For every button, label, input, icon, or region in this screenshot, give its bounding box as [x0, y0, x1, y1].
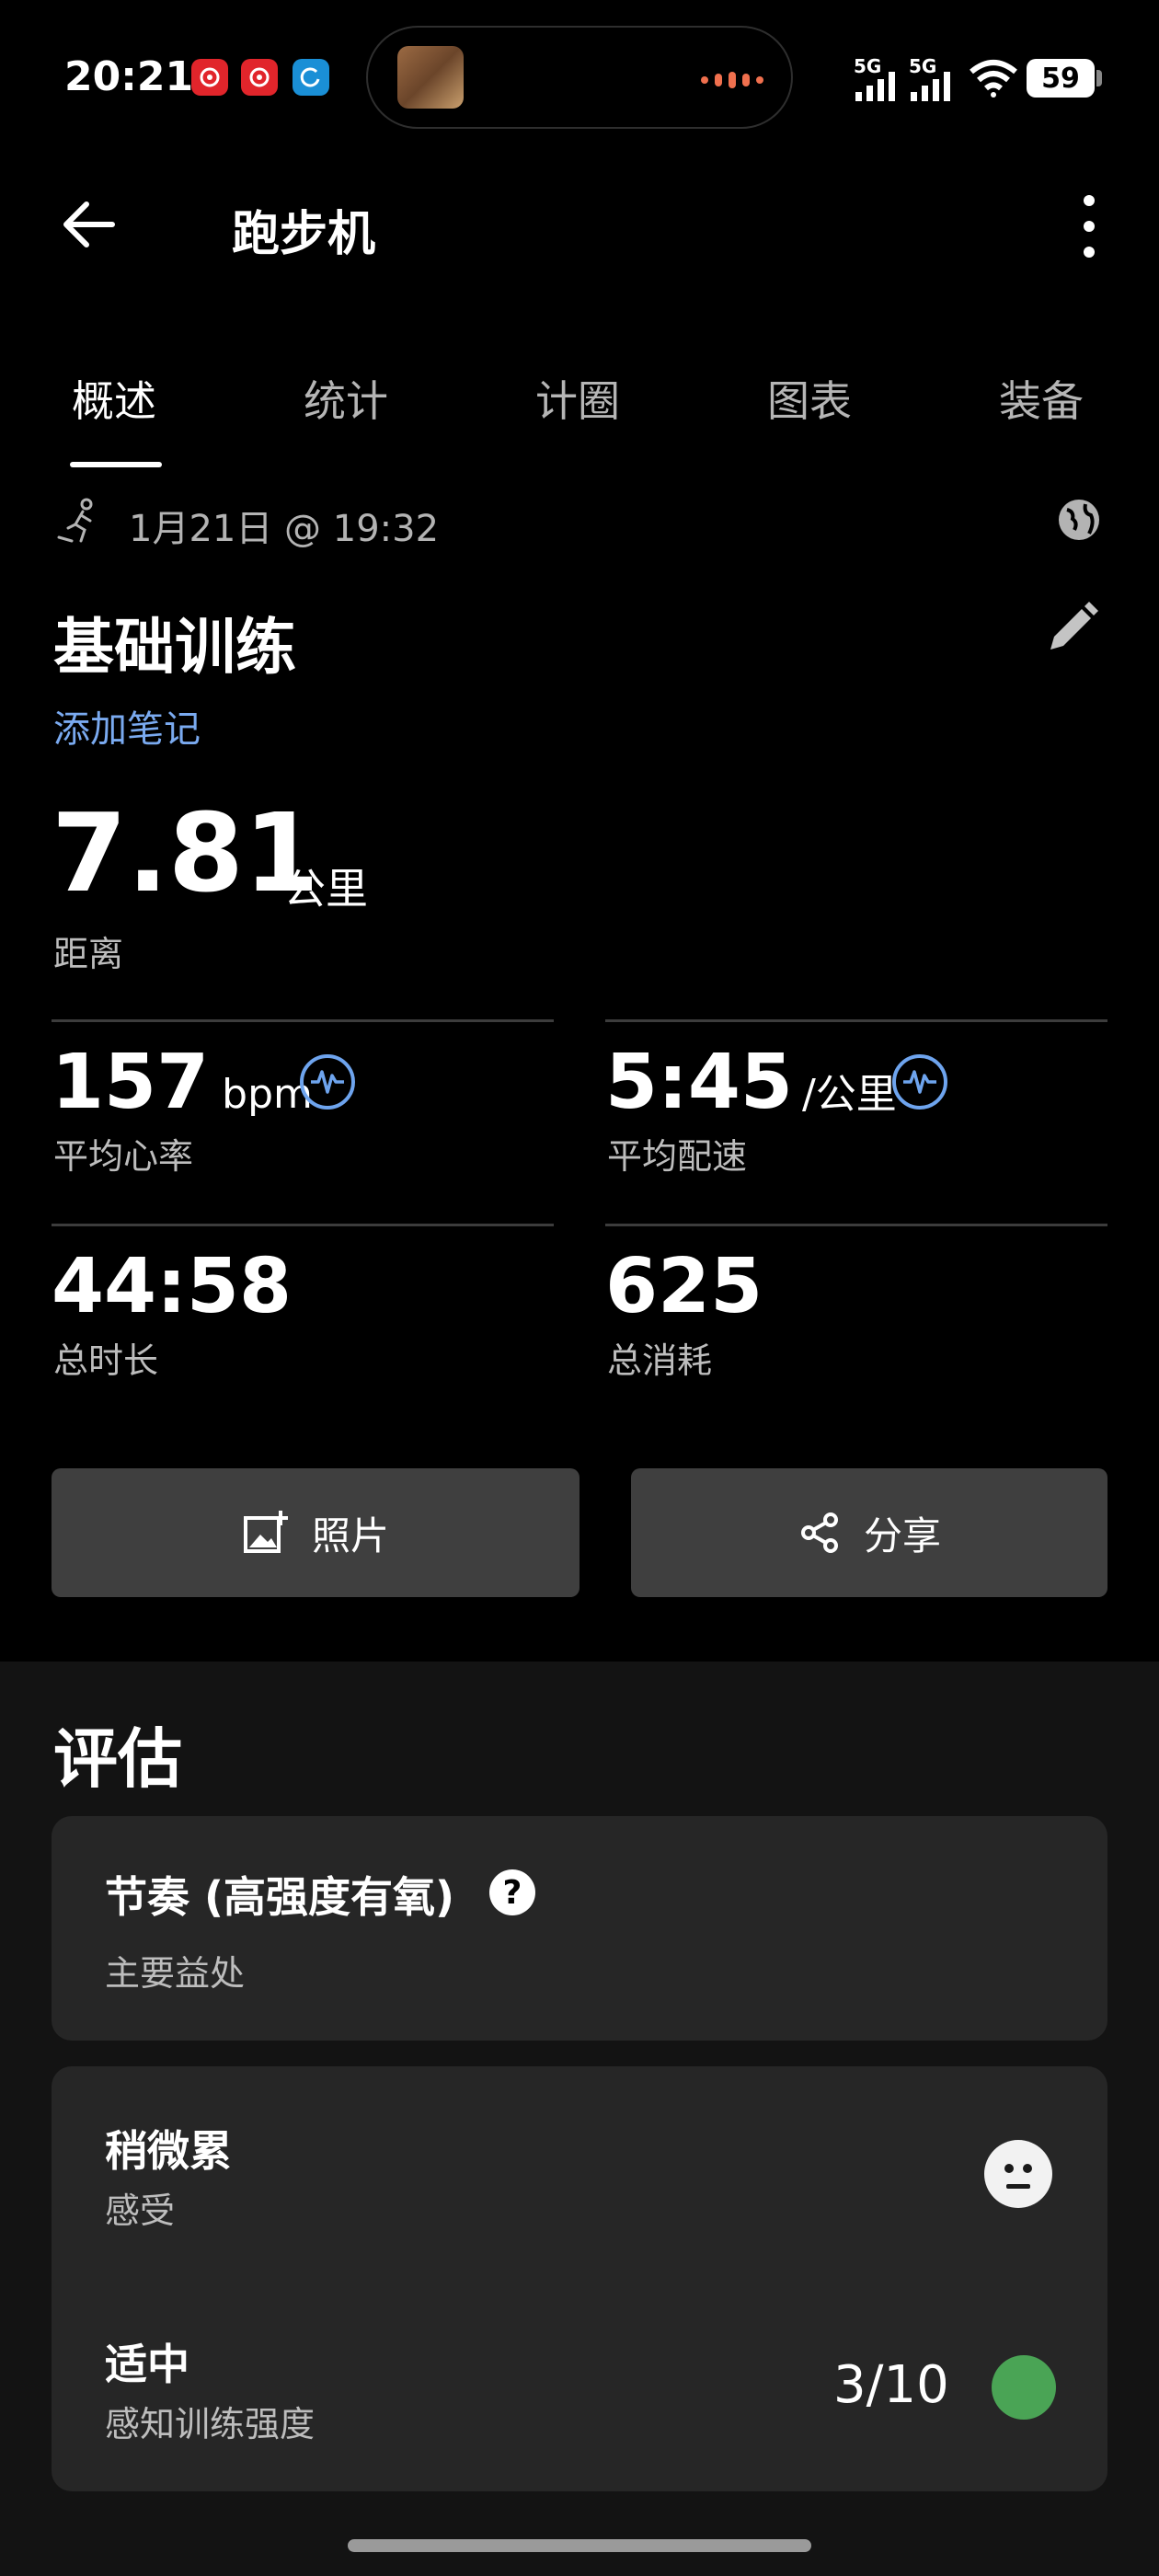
- calories-value: 625: [605, 1243, 763, 1330]
- activity-name: 基础训练: [53, 612, 296, 683]
- benefit-card[interactable]: [52, 1816, 1107, 2041]
- assessment-title: 评估: [53, 1721, 182, 1797]
- pace-label: 平均配速: [607, 1136, 748, 1177]
- benefit-title: 节奏 (高强度有氧): [105, 1872, 455, 1922]
- divider: [605, 1224, 1107, 1226]
- share-label: 分享: [863, 1512, 941, 1558]
- add-photo-button[interactable]: 照片: [52, 1468, 580, 1597]
- tab-stats[interactable]: 统计: [304, 368, 388, 429]
- distance-value: 7.81: [52, 789, 320, 916]
- app-notification-icon: [241, 59, 278, 96]
- app-notification-icon: [191, 59, 228, 96]
- duration-value: 44:58: [52, 1243, 293, 1330]
- home-indicator[interactable]: [348, 2539, 811, 2552]
- battery-icon: 59: [1027, 59, 1102, 98]
- signal-icon: [855, 72, 895, 101]
- heart-rate-stat: 157 bpm: [52, 1045, 313, 1121]
- signal-icon: [911, 72, 950, 101]
- feel-subtitle: 感受: [105, 2191, 176, 2231]
- effort-title: 适中: [105, 2340, 189, 2389]
- distance-label: 距离: [53, 934, 124, 974]
- back-arrow-icon[interactable]: [59, 195, 118, 254]
- photo-label: 照片: [311, 1512, 389, 1558]
- duration-label: 总时长: [53, 1340, 159, 1381]
- activity-datetime: 1月21日 @ 19:32: [129, 508, 440, 550]
- add-note-link[interactable]: 添加笔记: [53, 699, 201, 753]
- globe-icon[interactable]: [1056, 497, 1102, 543]
- more-vertical-icon[interactable]: [1078, 195, 1100, 258]
- edit-pencil-icon[interactable]: [1045, 600, 1100, 655]
- tab-charts[interactable]: 图表: [767, 368, 852, 429]
- distance-unit: 公里: [283, 864, 368, 914]
- feel-title: 稍微累: [105, 2126, 232, 2176]
- help-icon[interactable]: ?: [489, 1869, 535, 1915]
- tab-gear[interactable]: 装备: [999, 368, 1084, 429]
- heart-rate-label: 平均心率: [53, 1136, 194, 1177]
- active-tab-indicator: [70, 462, 162, 467]
- status-time: 20:21: [64, 53, 194, 100]
- share-icon: [800, 1512, 838, 1553]
- neutral-face-icon[interactable]: [984, 2140, 1052, 2208]
- pace-unit: /公里: [801, 1071, 897, 1118]
- pace-stat: 5:45 /公里: [605, 1045, 897, 1121]
- page-title: 跑步机: [232, 207, 376, 262]
- divider: [605, 1019, 1107, 1022]
- effort-indicator-dot[interactable]: [992, 2355, 1056, 2420]
- pace-chart-icon[interactable]: [892, 1054, 947, 1110]
- effort-score: 3/10: [833, 2355, 949, 2415]
- audio-wave-icon: [701, 72, 763, 88]
- heart-rate-chart-icon[interactable]: [300, 1054, 355, 1110]
- heart-rate-unit: bpm: [222, 1071, 313, 1118]
- effort-subtitle: 感知训练强度: [105, 2404, 316, 2444]
- app-sync-icon: [293, 59, 329, 96]
- benefit-subtitle: 主要益处: [105, 1953, 246, 1994]
- media-thumbnail[interactable]: [397, 46, 464, 109]
- tab-laps[interactable]: 计圈: [535, 368, 620, 429]
- wifi-icon: [970, 60, 1017, 98]
- divider: [52, 1224, 554, 1226]
- divider: [52, 1019, 554, 1022]
- treadmill-run-icon: [57, 498, 93, 543]
- heart-rate-value: 157: [52, 1039, 210, 1126]
- pace-value: 5:45: [605, 1039, 793, 1126]
- calories-label: 总消耗: [607, 1340, 713, 1381]
- add-photo-icon: [243, 1511, 288, 1553]
- share-button[interactable]: 分享: [631, 1468, 1107, 1597]
- tab-overview[interactable]: 概述: [72, 368, 156, 429]
